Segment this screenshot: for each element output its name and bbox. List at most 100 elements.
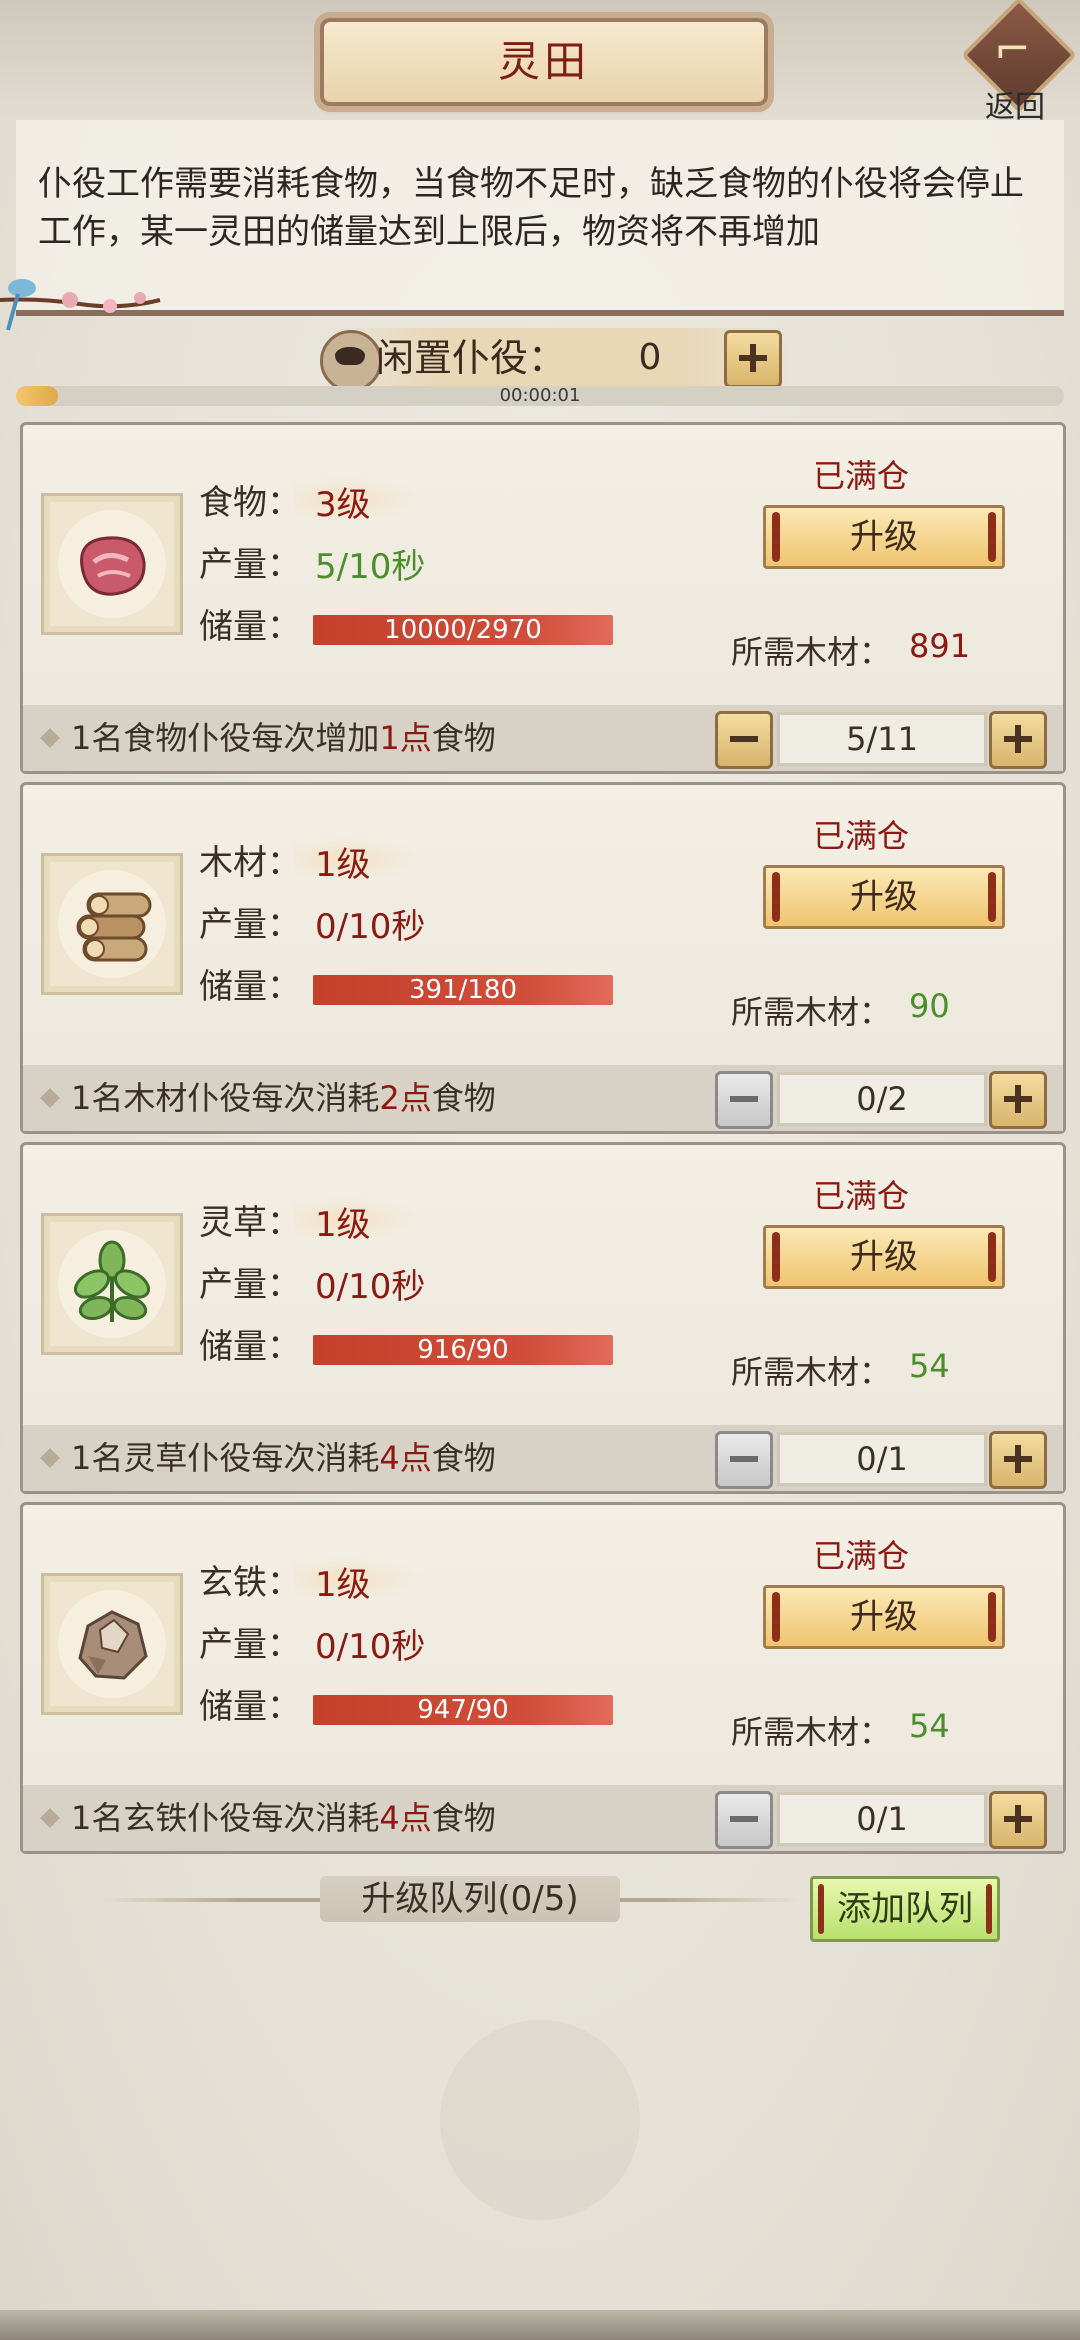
log-icon [76,892,152,962]
back-button[interactable]: ⌐ 返回 [960,0,1077,125]
worker-desc-post: 食物 [431,719,496,757]
wood-needed-value: 90 [909,987,950,1025]
output-label: 产量： [199,1265,301,1305]
worker-desc-points: 4点 [379,1799,432,1837]
wood-needed-label: 所需木材： [731,1713,892,1751]
worker-row: 1名木材仆役每次消耗2点食物 0/2 [23,1065,1063,1131]
upgrade-button[interactable]: 升级 [763,865,1005,929]
storage-label: 储量： [199,967,301,1007]
timer-text: 00:00:01 [499,385,581,406]
field-card-herb: 灵草： 1级 产量： 0/10秒 储量： 916/90 已满仓 升级 所需木材：… [20,1142,1066,1494]
full-status: 已满仓 [813,817,910,855]
plum-branch-decoration [0,279,161,331]
idle-plus-button[interactable] [724,330,782,388]
resource-icon-frame [41,1573,183,1715]
servant-avatar-icon [320,330,382,392]
worker-desc-points: 1点 [379,719,432,757]
worker-minus-button[interactable] [715,1071,773,1129]
worker-minus-button[interactable] [715,1431,773,1489]
storage-value: 10000/2970 [384,615,542,645]
worker-row: 1名食物仆役每次增加1点食物 5/11 [23,705,1063,771]
worker-plus-button[interactable] [989,1071,1047,1129]
idle-label: 闲置仆役： [376,336,567,380]
worker-desc-pre: 1名灵草仆役每次消耗 [71,1439,380,1477]
icon-backdrop [58,510,166,618]
bottom-frame [0,2310,1080,2340]
worker-desc-post: 食物 [431,1079,496,1117]
storage-label: 储量： [199,1687,301,1727]
spirit-field-screen: 灵田 ⌐ 返回 仆役工作需要消耗食物，当食物不足时，缺乏食物的仆役将会停止工作，… [0,0,1080,2340]
storage-label: 储量： [199,607,301,647]
worker-desc-post: 食物 [431,1799,496,1837]
output-label: 产量： [199,905,301,945]
bullet-icon [40,1448,60,1468]
upgrade-label: 升级 [850,517,918,557]
worker-plus-button[interactable] [989,1791,1047,1849]
resource-name: 木材： [199,843,301,883]
resource-level: 3级 [315,485,371,525]
worker-description: 1名食物仆役每次增加1点食物 [71,705,496,771]
back-arrow-icon: ⌐ [994,24,1031,75]
add-queue-label: 添加队列 [837,1889,973,1929]
resource-name: 玄铁： [199,1563,301,1603]
wood-needed-label: 所需木材： [731,993,892,1031]
worker-minus-button[interactable] [715,711,773,769]
storage-value: 947/90 [417,1695,509,1725]
worker-count: 0/2 [777,1072,987,1126]
intro-text: 仆役工作需要消耗食物，当食物不足时，缺乏食物的仆役将会停止工作，某一灵田的储量达… [38,164,1024,252]
icon-backdrop [58,1230,166,1338]
wood-needed-value: 891 [909,627,971,665]
top-bar: 灵田 ⌐ 返回 [0,0,1080,125]
worker-desc-pre: 1名玄铁仆役每次消耗 [71,1799,380,1837]
resource-icon-frame [41,853,183,995]
bullet-icon [40,728,60,748]
worker-count: 5/11 [777,712,987,766]
output-rate: 0/10秒 [315,1627,426,1667]
wood-needed-value: 54 [909,1347,950,1385]
title-plaque: 灵田 [320,18,768,106]
upgrade-button[interactable]: 升级 [763,505,1005,569]
add-queue-button[interactable]: 添加队列 [810,1876,1000,1942]
output-label: 产量： [199,545,301,585]
worker-description: 1名灵草仆役每次消耗4点食物 [71,1425,496,1491]
storage-bar: 916/90 [313,1335,613,1365]
worker-desc-points: 2点 [379,1079,432,1117]
worker-desc-post: 食物 [431,1439,496,1477]
storage-label: 储量： [199,1327,301,1367]
field-card-iron: 玄铁： 1级 产量： 0/10秒 储量： 947/90 已满仓 升级 所需木材：… [20,1502,1066,1854]
worker-row: 1名玄铁仆役每次消耗4点食物 0/1 [23,1785,1063,1851]
queue-label: 升级队列(0/5) [361,1879,579,1919]
worker-plus-button[interactable] [989,1431,1047,1489]
upgrade-label: 升级 [850,1237,918,1277]
queue-plaque: 升级队列(0/5) [320,1876,620,1922]
icon-backdrop [58,870,166,978]
worker-minus-button[interactable] [715,1791,773,1849]
idle-count: 0 [638,337,662,378]
worker-description: 1名玄铁仆役每次消耗4点食物 [71,1785,496,1851]
output-rate: 5/10秒 [315,547,426,587]
worker-plus-button[interactable] [989,711,1047,769]
output-rate: 0/10秒 [315,907,426,947]
worker-row: 1名灵草仆役每次消耗4点食物 0/1 [23,1425,1063,1491]
intro-panel: 仆役工作需要消耗食物，当食物不足时，缺乏食物的仆役将会停止工作，某一灵田的储量达… [16,120,1064,316]
herb-icon [73,1240,151,1322]
full-status: 已满仓 [813,1537,910,1575]
page-title: 灵田 [497,37,590,86]
upgrade-button[interactable]: 升级 [763,1585,1005,1649]
yin-yang-watermark-icon [440,2020,640,2220]
storage-bar: 10000/2970 [313,615,613,645]
worker-count: 0/1 [777,1432,987,1486]
upgrade-queue-row: 升级队列(0/5) 添加队列 [80,1870,1040,1950]
output-rate: 0/10秒 [315,1267,426,1307]
field-card-food: 食物： 3级 产量： 5/10秒 储量： 10000/2970 已满仓 升级 所… [20,422,1066,774]
storage-value: 391/180 [408,975,517,1005]
resource-icon-frame [41,1213,183,1355]
storage-bar: 391/180 [313,975,613,1005]
resource-name: 食物： [199,483,301,523]
ore-icon [78,1610,148,1680]
upgrade-button[interactable]: 升级 [763,1225,1005,1289]
resource-icon-frame [41,493,183,635]
resource-level: 1级 [315,1205,371,1245]
worker-count: 0/1 [777,1792,987,1846]
full-status: 已满仓 [813,1177,910,1215]
